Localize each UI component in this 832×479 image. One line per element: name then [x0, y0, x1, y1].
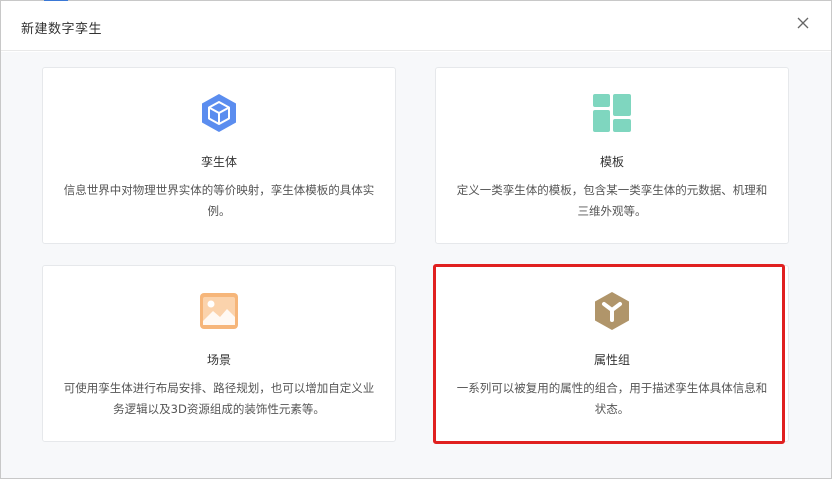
card-scene-desc: 可使用孪生体进行布局安排、路径规划，也可以增加自定义业务逻辑以及3D资源组成的装…	[63, 381, 375, 416]
card-scene[interactable]: 场景 可使用孪生体进行布局安排、路径规划，也可以增加自定义业务逻辑以及3D资源组…	[42, 265, 396, 442]
card-twin-name: 孪生体	[200, 155, 237, 169]
card-template-desc: 定义一类孪生体的模板，包含某一类孪生体的元数据、机理和三维外观等。	[456, 183, 768, 218]
image-icon	[200, 293, 238, 329]
card-attribute-group-desc: 一系列可以被复用的属性的组合，用于描述孪生体具体信息和状态。	[456, 381, 768, 416]
cube-icon	[202, 94, 236, 132]
new-digital-twin-dialog: 新建数字孪生 孪生体 信息世界中对物理世界实体的等价映射，孪生体模板的具体实例。…	[1, 1, 831, 478]
grid-icon	[593, 94, 631, 132]
dialog-header: 新建数字孪生	[1, 1, 831, 51]
close-icon[interactable]	[795, 15, 811, 31]
card-template-name: 模板	[599, 155, 624, 169]
card-scene-name: 场景	[206, 353, 231, 367]
card-attribute-group[interactable]: 属性组 一系列可以被复用的属性的组合，用于描述孪生体具体信息和状态。	[435, 265, 789, 442]
card-twin-desc: 信息世界中对物理世界实体的等价映射，孪生体模板的具体实例。	[63, 183, 375, 218]
dialog-title: 新建数字孪生	[21, 22, 103, 37]
card-attribute-group-name: 属性组	[593, 353, 630, 367]
hexagon-y-icon	[595, 292, 629, 330]
card-template[interactable]: 模板 定义一类孪生体的模板，包含某一类孪生体的元数据、机理和三维外观等。	[435, 67, 789, 244]
card-twin[interactable]: 孪生体 信息世界中对物理世界实体的等价映射，孪生体模板的具体实例。	[42, 67, 396, 244]
